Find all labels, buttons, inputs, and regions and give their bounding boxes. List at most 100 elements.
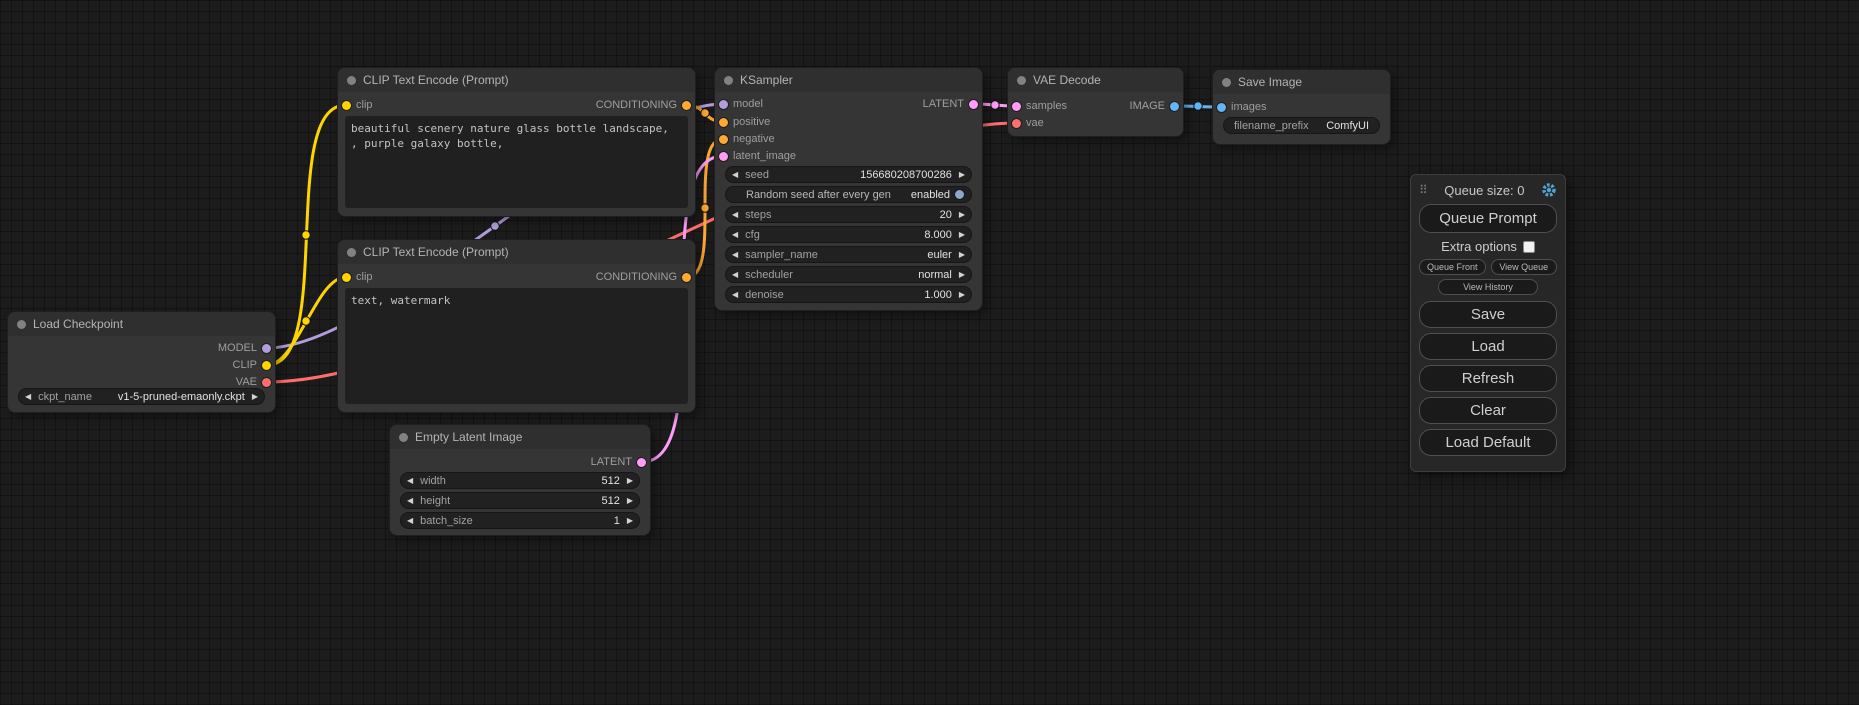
widget-denoise[interactable]: ◀ denoise 1.000 ▶ (725, 286, 972, 303)
prompt-textarea[interactable]: text, watermark (345, 288, 688, 404)
load-default-button[interactable]: Load Default (1419, 429, 1557, 456)
widget-ckpt-name[interactable]: ◀ ckpt_name v1-5-pruned-emaonly.ckpt ▶ (18, 388, 265, 405)
collapse-dot-icon[interactable] (17, 320, 26, 329)
increment-arrow-icon[interactable]: ▶ (959, 171, 965, 179)
widget-sampler-name[interactable]: ◀ sampler_name euler ▶ (725, 246, 972, 263)
conditioning-output-dot[interactable] (682, 273, 691, 282)
node-save-image[interactable]: Save Image images filename_prefix ComfyU… (1213, 70, 1390, 144)
widget-scheduler[interactable]: ◀ scheduler normal ▶ (725, 266, 972, 283)
widget-label: height (420, 495, 450, 507)
node-empty-latent-image[interactable]: Empty Latent Image LATENT ◀ width 512 ▶ … (390, 425, 650, 535)
vae-input-dot[interactable] (1012, 119, 1021, 128)
vae-output-dot[interactable] (262, 378, 271, 387)
queue-prompt-button[interactable]: Queue Prompt (1419, 204, 1557, 233)
wire-midpoint-dot[interactable] (302, 317, 310, 325)
clip-output-dot[interactable] (262, 361, 271, 370)
slot-label: LATENT (591, 456, 632, 468)
negative-input-dot[interactable] (719, 135, 728, 144)
decrement-arrow-icon[interactable]: ◀ (732, 271, 738, 279)
node-vae-decode-header[interactable]: VAE Decode (1008, 68, 1183, 92)
widget-seed-control[interactable]: Random seed after every gen enabled (725, 186, 972, 203)
decrement-arrow-icon[interactable]: ◀ (407, 477, 413, 485)
queue-front-button[interactable]: Queue Front (1419, 259, 1486, 275)
decrement-arrow-icon[interactable]: ◀ (407, 517, 413, 525)
decrement-arrow-icon[interactable]: ◀ (25, 393, 31, 401)
widget-value: v1-5-pruned-emaonly.ckpt (118, 391, 245, 403)
wire-midpoint-dot[interactable] (302, 231, 310, 239)
increment-arrow-icon[interactable]: ▶ (627, 497, 633, 505)
samples-input-dot[interactable] (1012, 102, 1021, 111)
conditioning-output-dot[interactable] (682, 101, 691, 110)
save-button[interactable]: Save (1419, 301, 1557, 328)
clear-button[interactable]: Clear (1419, 397, 1557, 424)
view-queue-button[interactable]: View Queue (1491, 259, 1558, 275)
clip-input-dot[interactable] (342, 101, 351, 110)
decrement-arrow-icon[interactable]: ◀ (732, 171, 738, 179)
positive-input-dot[interactable] (719, 118, 728, 127)
wire-midpoint-dot[interactable] (1194, 102, 1202, 110)
latent-image-input-dot[interactable] (719, 152, 728, 161)
node-load-checkpoint-header[interactable]: Load Checkpoint (8, 312, 275, 336)
latent-output-dot[interactable] (969, 100, 978, 109)
widget-steps[interactable]: ◀ steps 20 ▶ (725, 206, 972, 223)
widget-filename-prefix[interactable]: filename_prefix ComfyUI (1223, 117, 1380, 134)
seed-toggle-icon[interactable] (954, 189, 965, 200)
widget-seed[interactable]: ◀ seed 156680208700286 ▶ (725, 166, 972, 183)
clip-input-dot[interactable] (342, 273, 351, 282)
node-vae-decode[interactable]: VAE Decode samples IMAGE vae (1008, 68, 1183, 136)
queue-size-label: Queue size: 0 (1428, 183, 1541, 198)
image-output-dot[interactable] (1170, 102, 1179, 111)
increment-arrow-icon[interactable]: ▶ (959, 231, 965, 239)
refresh-button[interactable]: Refresh (1419, 365, 1557, 392)
increment-arrow-icon[interactable]: ▶ (959, 251, 965, 259)
decrement-arrow-icon[interactable]: ◀ (732, 251, 738, 259)
increment-arrow-icon[interactable]: ▶ (627, 517, 633, 525)
collapse-dot-icon[interactable] (399, 433, 408, 442)
node-save-image-header[interactable]: Save Image (1213, 70, 1390, 94)
load-button[interactable]: Load (1419, 333, 1557, 360)
node-ksampler-header[interactable]: KSampler (715, 68, 982, 92)
node-ksampler[interactable]: KSampler model LATENT positive negative … (715, 68, 982, 310)
collapse-dot-icon[interactable] (724, 76, 733, 85)
collapse-dot-icon[interactable] (347, 248, 356, 257)
widget-label: denoise (745, 289, 784, 301)
collapse-dot-icon[interactable] (1222, 78, 1231, 87)
widget-value: 512 (601, 475, 619, 487)
node-clip-text-encode-negative[interactable]: CLIP Text Encode (Prompt) clip CONDITION… (338, 240, 695, 412)
drag-handle-icon[interactable]: ⠿ (1419, 183, 1428, 197)
collapse-dot-icon[interactable] (1017, 76, 1026, 85)
decrement-arrow-icon[interactable]: ◀ (732, 291, 738, 299)
collapse-dot-icon[interactable] (347, 76, 356, 85)
wire-midpoint-dot[interactable] (701, 109, 709, 117)
wire-midpoint-dot[interactable] (991, 101, 999, 109)
widget-value: 512 (601, 495, 619, 507)
widget-batch-size[interactable]: ◀ batch_size 1 ▶ (400, 512, 640, 529)
node-load-checkpoint[interactable]: Load Checkpoint MODEL CLIP VAE ◀ ckpt_na… (8, 312, 275, 412)
node-clip-positive-header[interactable]: CLIP Text Encode (Prompt) (338, 68, 695, 92)
increment-arrow-icon[interactable]: ▶ (959, 271, 965, 279)
increment-arrow-icon[interactable]: ▶ (959, 291, 965, 299)
images-input-dot[interactable] (1217, 103, 1226, 112)
wire-midpoint-dot[interactable] (491, 222, 499, 230)
wire-midpoint-dot[interactable] (701, 204, 709, 212)
latent-output-dot[interactable] (637, 458, 646, 467)
node-clip-negative-header[interactable]: CLIP Text Encode (Prompt) (338, 240, 695, 264)
node-empty-latent-header[interactable]: Empty Latent Image (390, 425, 650, 449)
decrement-arrow-icon[interactable]: ◀ (732, 231, 738, 239)
increment-arrow-icon[interactable]: ▶ (252, 393, 258, 401)
model-input-dot[interactable] (719, 100, 728, 109)
decrement-arrow-icon[interactable]: ◀ (732, 211, 738, 219)
increment-arrow-icon[interactable]: ▶ (959, 211, 965, 219)
increment-arrow-icon[interactable]: ▶ (627, 477, 633, 485)
prompt-textarea[interactable]: beautiful scenery nature glass bottle la… (345, 116, 688, 208)
settings-gear-icon[interactable] (1541, 182, 1557, 198)
widget-width[interactable]: ◀ width 512 ▶ (400, 472, 640, 489)
view-history-button[interactable]: View History (1438, 279, 1537, 295)
extra-options-checkbox[interactable] (1523, 241, 1535, 253)
widget-height[interactable]: ◀ height 512 ▶ (400, 492, 640, 509)
node-clip-text-encode-positive[interactable]: CLIP Text Encode (Prompt) clip CONDITION… (338, 68, 695, 216)
model-output-dot[interactable] (262, 344, 271, 353)
input-slot-images: images (1217, 99, 1266, 115)
decrement-arrow-icon[interactable]: ◀ (407, 497, 413, 505)
widget-cfg[interactable]: ◀ cfg 8.000 ▶ (725, 226, 972, 243)
